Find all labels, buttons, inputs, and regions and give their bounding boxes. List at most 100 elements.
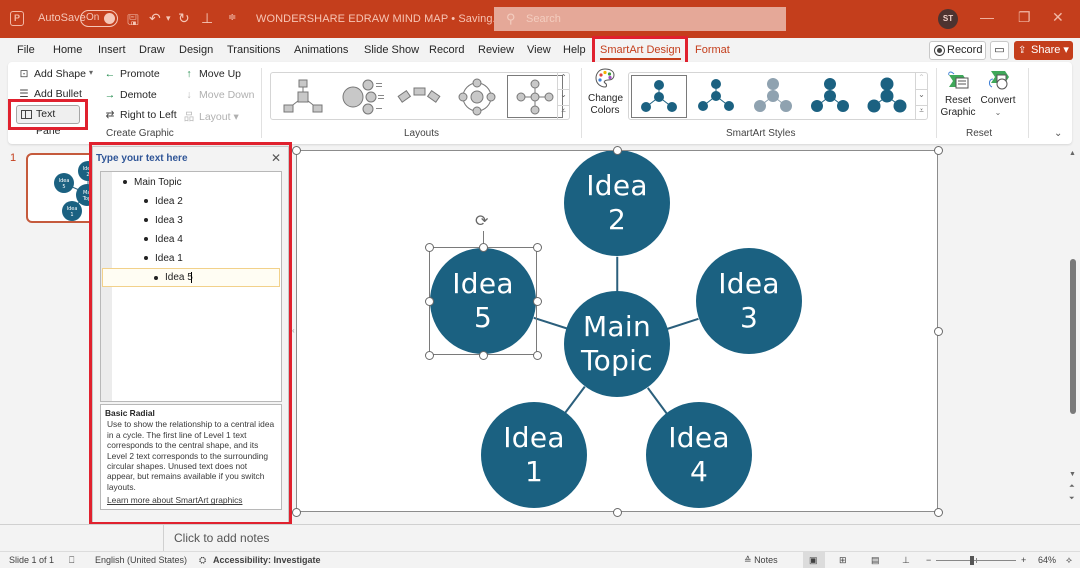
layout-basic-radial[interactable]	[507, 75, 563, 118]
tab-help[interactable]: Help	[563, 44, 586, 56]
tab-draw[interactable]: Draw	[139, 44, 165, 56]
zoom-out-button[interactable]: −	[926, 555, 931, 565]
scroll-up-icon[interactable]: ▲	[1069, 150, 1076, 157]
right-to-left-button[interactable]: ⇄ Right to Left	[103, 109, 177, 121]
outline-item[interactable]: Idea 1	[144, 253, 183, 264]
record-button[interactable]: Record	[929, 41, 986, 60]
next-slide-icon[interactable]: ⏷	[1069, 495, 1075, 503]
learn-more-link[interactable]: Learn more about SmartArt graphics	[105, 495, 277, 505]
promote-button[interactable]: ← Promote	[103, 68, 160, 80]
move-up-button[interactable]: ↑ Move Up	[182, 68, 241, 80]
layout-hierarchy-radial[interactable]	[275, 75, 331, 118]
gallery-scroll-down[interactable]: ⌄	[557, 89, 569, 105]
scrollbar-thumb[interactable]	[1070, 259, 1076, 414]
reset-graphic-button[interactable]: Reset Graphic	[938, 67, 978, 122]
reading-view-icon[interactable]: ▤	[871, 555, 880, 566]
bullet-icon	[144, 218, 148, 223]
notes-placeholder[interactable]: Click to add notes	[174, 531, 269, 545]
fit-to-window-icon[interactable]: ⟡	[1066, 555, 1072, 566]
styles-scroll-up[interactable]: ⌃	[915, 73, 927, 89]
gallery-expand[interactable]: ⩡	[557, 105, 569, 119]
frame-resize-handle[interactable]	[933, 326, 943, 336]
present-icon[interactable]: ⊥	[201, 10, 213, 27]
document-title[interactable]: WONDERSHARE EDRAW MIND MAP • Saving... ∨	[256, 12, 513, 25]
frame-resize-handle[interactable]	[291, 145, 301, 155]
layout-button[interactable]: 品 Layout ▾	[182, 109, 239, 124]
frame-resize-handle[interactable]	[612, 507, 622, 517]
style-simple-fill[interactable]	[631, 75, 687, 118]
layout-radial-cycle[interactable]	[449, 75, 505, 118]
tab-format[interactable]: Format	[695, 44, 730, 56]
layout-radial-list[interactable]	[333, 75, 389, 118]
tab-insert[interactable]: Insert	[98, 44, 126, 56]
previous-slide-icon[interactable]: ⏶	[1069, 483, 1075, 491]
style-subtle-effect[interactable]	[746, 75, 802, 118]
notes-pane[interactable]: Click to add notes	[0, 524, 1080, 552]
comments-button[interactable]: ▭	[990, 41, 1009, 60]
search-input[interactable]: ⚲ Search	[494, 7, 786, 31]
add-bullet-button[interactable]: ☰ Add Bullet	[17, 88, 82, 100]
text-pane-button[interactable]: Text Pane	[16, 105, 80, 137]
outline-item[interactable]: Idea 4	[144, 234, 183, 245]
outline-item[interactable]: Idea 2	[144, 196, 183, 207]
zoom-slider-thumb[interactable]	[970, 556, 974, 565]
scroll-down-icon[interactable]: ▼	[1069, 471, 1076, 478]
text-pane-outline[interactable]: Main Topic Idea 2 Idea 3 Idea 4 Idea 1 I…	[100, 171, 282, 402]
styles-scroll-down[interactable]: ⌄	[915, 89, 927, 105]
notes-toggle[interactable]: ≙ Notes	[744, 555, 778, 566]
tab-slide-show[interactable]: Slide Show	[364, 44, 419, 56]
styles-expand[interactable]: ⩡	[915, 105, 927, 119]
close-icon[interactable]: ✕	[1052, 9, 1064, 26]
add-shape-dropdown[interactable]: ▾	[89, 68, 93, 77]
save-icon[interactable]: 🖫	[127, 10, 139, 34]
undo-icon[interactable]: ↶	[149, 10, 161, 27]
outline-item-active[interactable]: Idea 5	[102, 268, 280, 287]
demote-button[interactable]: → Demote	[103, 89, 157, 101]
frame-resize-handle[interactable]	[933, 145, 943, 155]
vertical-scrollbar[interactable]: ▲ ▼ ⏶ ⏷	[1068, 146, 1080, 522]
frame-resize-handle[interactable]	[291, 507, 301, 517]
tab-transitions[interactable]: Transitions	[227, 44, 280, 56]
tab-review[interactable]: Review	[478, 44, 514, 56]
gallery-scroll-up[interactable]: ⌃	[557, 73, 569, 89]
frame-resize-handle[interactable]	[612, 145, 622, 155]
autosave-toggle[interactable]: On	[80, 10, 118, 27]
restore-icon[interactable]: ❐	[1018, 9, 1031, 26]
tab-design[interactable]: Design	[179, 44, 213, 56]
tab-animations[interactable]: Animations	[294, 44, 348, 56]
zoom-in-button[interactable]: +	[1021, 555, 1026, 565]
tab-record[interactable]: Record	[429, 44, 464, 56]
customize-quick-access-icon[interactable]: ≑	[228, 12, 236, 23]
style-flat[interactable]	[689, 75, 745, 118]
style-intense-effect[interactable]	[860, 75, 916, 118]
convert-button[interactable]: Convert ⌄	[978, 67, 1018, 122]
minimize-icon[interactable]: —	[980, 9, 994, 25]
share-button[interactable]: ⇪ Share ▾	[1014, 41, 1073, 60]
style-moderate-effect[interactable]	[803, 75, 859, 118]
add-shape-button[interactable]: ⊡ Add Shape	[17, 68, 86, 80]
change-colors-button[interactable]: Change Colors	[585, 67, 625, 122]
redo-icon[interactable]: ↻	[178, 10, 190, 27]
collapse-ribbon-icon[interactable]: ⌄	[1054, 128, 1062, 139]
frame-resize-handle[interactable]	[933, 507, 943, 517]
slideshow-icon[interactable]: ⊥	[902, 555, 910, 566]
slide-thumbnail[interactable]: Idea 2 Idea 5 Main Topic Idea 1	[26, 153, 98, 223]
smartart-frame[interactable]	[296, 150, 938, 512]
user-avatar[interactable]: ST	[938, 9, 958, 29]
tab-view[interactable]: View	[527, 44, 551, 56]
spelling-icon[interactable]: ⎕	[69, 555, 74, 566]
tab-file[interactable]: File	[17, 44, 35, 56]
slide-sorter-icon[interactable]: ⊞	[839, 555, 847, 566]
move-down-button[interactable]: ↓ Move Down	[182, 89, 254, 101]
zoom-level[interactable]: 64%	[1038, 555, 1056, 565]
outline-item[interactable]: Main Topic	[123, 177, 182, 188]
tab-smartart-design[interactable]: SmartArt Design	[600, 44, 681, 60]
layout-basic-bending[interactable]	[391, 75, 447, 118]
outline-item[interactable]: Idea 3	[144, 215, 183, 226]
text-pane-toggle-handle[interactable]: ‹	[292, 326, 295, 335]
accessibility-status[interactable]: Accessibility: Investigate	[213, 555, 321, 565]
undo-dropdown-icon[interactable]: ▾	[166, 13, 171, 24]
language-indicator[interactable]: English (United States)	[95, 555, 187, 565]
tab-home[interactable]: Home	[53, 44, 82, 56]
close-icon[interactable]: ✕	[271, 151, 281, 165]
